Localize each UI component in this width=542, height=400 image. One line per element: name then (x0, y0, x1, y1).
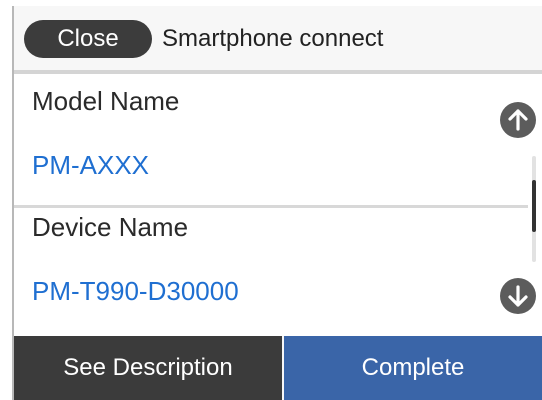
header-bar: Close Smartphone connect (14, 6, 542, 70)
arrow-up-icon (508, 109, 528, 131)
scroll-down-button[interactable] (500, 278, 536, 314)
device-name-value: PM-T990-D30000 (32, 276, 239, 306)
scrollbar-track[interactable] (532, 156, 536, 262)
scrollbar-thumb[interactable] (532, 180, 536, 232)
close-button[interactable]: Close (24, 20, 152, 58)
screen-title: Smartphone connect (162, 25, 384, 52)
model-name-value: PM-AXXX (32, 150, 150, 180)
model-name-label: Model Name (32, 86, 180, 116)
smartphone-connect-screen: Close Smartphone connect Model Name PM-A… (12, 6, 542, 400)
see-description-button[interactable]: See Description (14, 336, 282, 400)
arrow-down-icon (508, 285, 528, 307)
device-info-list: Model Name PM-AXXX Device Name PM-T990-D… (14, 74, 542, 336)
complete-button[interactable]: Complete (284, 336, 542, 400)
device-name-label: Device Name (32, 212, 189, 242)
scroll-up-button[interactable] (500, 102, 536, 138)
footer-bar: See Description Complete (14, 336, 542, 400)
row-divider (14, 205, 528, 208)
